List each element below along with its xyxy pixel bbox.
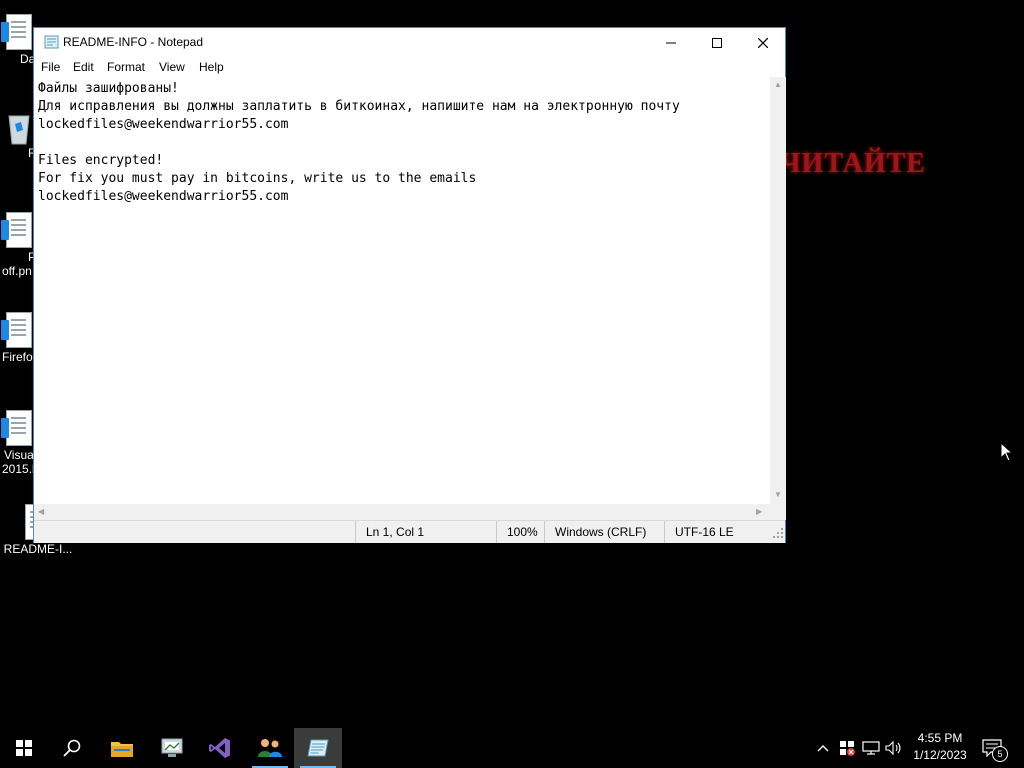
desktop-icon-label: README-I...	[3, 542, 73, 556]
document-text[interactable]: Файлы зашифрованы! Для исправления вы до…	[34, 77, 770, 206]
security-tray-button[interactable]	[837, 738, 857, 758]
file-icon	[1, 212, 35, 250]
scroll-right-icon[interactable]: ▶	[756, 508, 762, 516]
visual-studio-button[interactable]	[196, 728, 244, 768]
encoding: UTF-16 LE	[664, 521, 772, 543]
chevron-up-icon	[817, 745, 829, 752]
notepad-icon	[307, 739, 329, 757]
status-bar: Ln 1, Col 1 100% Windows (CRLF) UTF-16 L…	[34, 520, 785, 543]
mouse-cursor-icon	[1000, 441, 1014, 467]
notepad-icon	[44, 35, 60, 54]
scroll-left-icon[interactable]: ◀	[38, 508, 44, 516]
file-icon	[1, 14, 35, 52]
scroll-down-icon[interactable]: ▼	[774, 491, 782, 499]
taskbar: 4:55 PM 1/12/2023 5	[0, 728, 1024, 768]
menu-bar: File Edit Format View Help	[34, 57, 785, 77]
server-manager-button[interactable]	[148, 728, 196, 768]
search-icon	[63, 739, 81, 757]
notification-badge: 5	[992, 746, 1008, 762]
volume-icon	[885, 741, 901, 755]
start-icon	[16, 740, 32, 756]
visual-studio-icon	[209, 738, 230, 758]
title-bar[interactable]: README-INFO - Notepad	[34, 28, 785, 57]
notepad-taskbar-button[interactable]	[294, 728, 342, 768]
zoom-level: 100%	[496, 521, 546, 543]
scroll-up-icon[interactable]: ▲	[774, 81, 782, 89]
file-icon	[1, 312, 35, 350]
volume-tray-button[interactable]	[884, 738, 904, 758]
menu-file[interactable]: File	[40, 60, 61, 74]
cursor-position: Ln 1, Col 1	[355, 521, 496, 543]
close-button[interactable]	[740, 28, 786, 57]
file-explorer-icon	[111, 742, 133, 757]
wallpaper-text: ЧИТАЙТЕ	[780, 148, 926, 179]
users-button[interactable]	[246, 728, 294, 768]
users-icon	[258, 739, 282, 757]
maximize-icon	[712, 37, 722, 48]
vertical-scrollbar[interactable]: ▲ ▼	[770, 77, 786, 504]
taskbar-clock[interactable]: 4:55 PM 1/12/2023	[904, 730, 976, 766]
search-button[interactable]	[48, 728, 96, 768]
text-editor[interactable]: Файлы зашифрованы! Для исправления вы до…	[34, 77, 770, 504]
security-icon	[840, 741, 855, 756]
minimize-button[interactable]	[648, 28, 694, 57]
menu-format[interactable]: Format	[106, 60, 146, 74]
notepad-window: README-INFO - Notepad File Edit Format V…	[33, 27, 786, 543]
close-icon	[758, 37, 768, 48]
maximize-button[interactable]	[694, 28, 740, 57]
clock-time: 4:55 PM	[917, 731, 963, 745]
file-explorer-button[interactable]	[98, 728, 146, 768]
scrollbar-corner	[770, 504, 786, 520]
resize-grip-icon[interactable]	[773, 527, 783, 541]
recycle-bin-icon	[1, 108, 35, 146]
menu-edit[interactable]: Edit	[72, 60, 95, 74]
line-ending: Windows (CRLF)	[544, 521, 665, 543]
network-icon	[862, 741, 880, 755]
file-icon	[1, 410, 35, 448]
clock-date: 1/12/2023	[913, 748, 967, 762]
network-tray-button[interactable]	[861, 738, 881, 758]
start-button[interactable]	[0, 728, 48, 768]
server-manager-icon	[161, 738, 183, 757]
menu-help[interactable]: Help	[198, 60, 225, 74]
minimize-icon	[666, 42, 676, 43]
menu-view[interactable]: View	[158, 60, 186, 74]
horizontal-scrollbar[interactable]: ◀ ▶	[34, 504, 770, 520]
window-title: README-INFO - Notepad	[63, 35, 204, 49]
show-hidden-icons-button[interactable]	[813, 738, 833, 758]
